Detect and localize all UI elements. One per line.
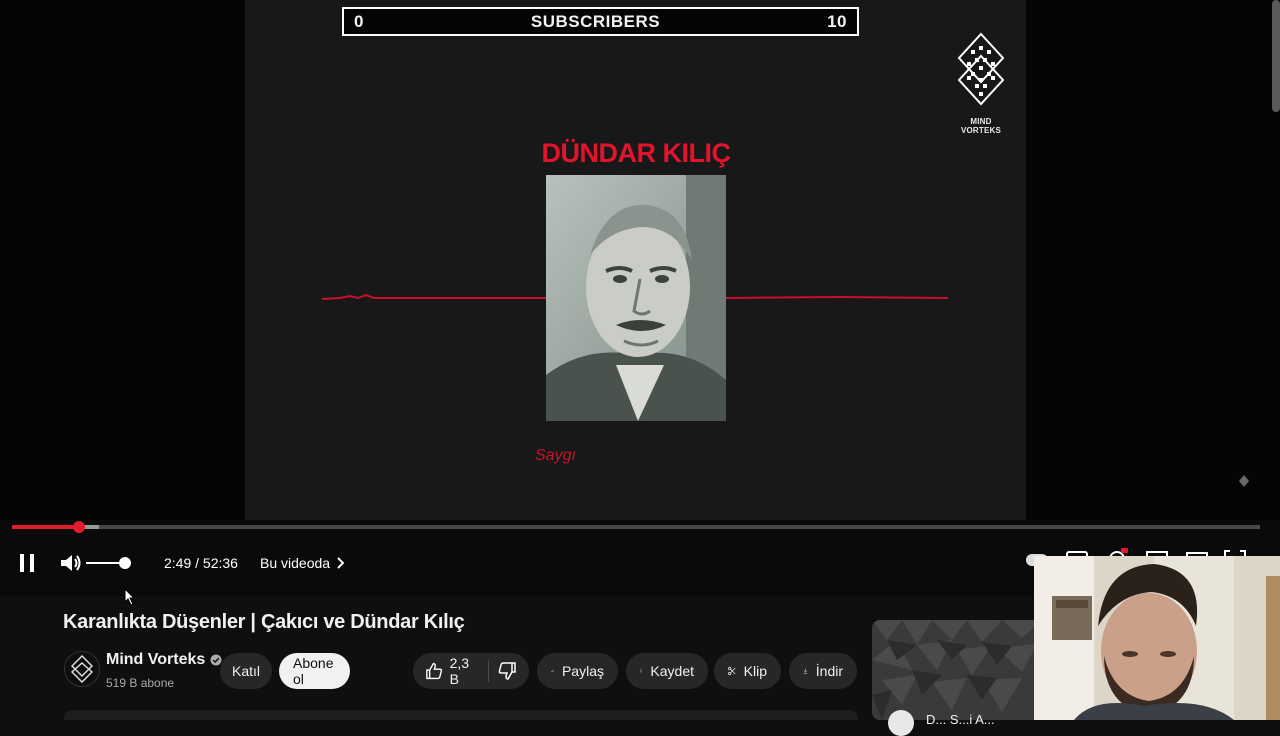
subscriber-goal-label: SUBSCRIBERS	[530, 11, 661, 31]
save-button[interactable]: Kaydet	[626, 653, 708, 689]
subscribe-button[interactable]: Abone ol	[279, 653, 350, 689]
volume-icon	[61, 555, 81, 571]
watermark-text: MIND VORTEKS	[960, 117, 1002, 135]
like-dislike-group: 2,3 B	[413, 653, 529, 689]
download-button[interactable]: İndir	[789, 653, 857, 689]
page-scrollbar[interactable]	[1272, 0, 1280, 112]
channel-name[interactable]: Mind Vorteks	[106, 651, 205, 669]
recommendation-avatar[interactable]	[888, 710, 914, 736]
volume-slider[interactable]	[86, 556, 132, 570]
geometric-pattern-thumbnail	[872, 620, 1042, 720]
progress-track[interactable]	[12, 525, 1260, 529]
channel-watermark: MIND VORTEKS	[950, 32, 1012, 135]
letterbox-right	[1026, 0, 1280, 520]
clip-label: Klip	[743, 663, 767, 679]
save-label: Kaydet	[650, 663, 694, 679]
recommended-video-thumbnail[interactable]	[872, 620, 1042, 720]
letterbox-left	[0, 0, 245, 520]
channel-avatar[interactable]	[64, 651, 100, 687]
description-box[interactable]	[64, 710, 858, 720]
download-icon	[803, 668, 808, 674]
thumbs-down-icon	[498, 662, 516, 680]
share-button[interactable]: Paylaş	[537, 653, 618, 689]
channel-logo-icon	[71, 655, 93, 683]
mouse-cursor-icon	[124, 588, 136, 606]
progress-played	[12, 525, 80, 529]
playback-time: 2:49 / 52:36	[164, 555, 238, 571]
share-icon	[551, 669, 554, 673]
subscribe-label: Abone ol	[293, 655, 334, 687]
video-caption-text: Saygı	[535, 447, 576, 464]
join-label: Katıl	[232, 663, 261, 679]
pause-button[interactable]	[14, 549, 40, 577]
mind-vorteks-logo-icon	[957, 32, 1005, 106]
video-person-name: DÜNDAR KILIÇ	[541, 138, 732, 168]
webcam-overlay	[1034, 556, 1280, 720]
diamond-marker-icon	[1239, 475, 1249, 487]
bookmark-icon	[640, 669, 643, 673]
dislike-button[interactable]	[497, 661, 517, 681]
thumbs-up-icon	[426, 662, 443, 680]
like-count: 2,3 B	[449, 655, 470, 687]
download-label: İndir	[815, 663, 843, 679]
subscriber-goal-end: 10	[827, 11, 847, 31]
pause-icon	[20, 554, 34, 572]
video-title: Karanlıkta Düşenler | Çakıcı ve Dündar K…	[63, 611, 465, 633]
like-button[interactable]: 2,3 B	[425, 655, 480, 687]
join-button[interactable]: Katıl	[220, 653, 272, 689]
mute-button[interactable]	[58, 549, 84, 577]
webcam-feed-image	[1034, 556, 1280, 720]
subscriber-goal-bar: 0 SUBSCRIBERS 10	[342, 7, 859, 36]
video-player[interactable]: 0 SUBSCRIBERS 10 MIND VORTEKS DÜNDAR KIL…	[0, 0, 1280, 596]
channel-name-row[interactable]: Mind Vorteks	[106, 651, 222, 669]
progress-scrubber[interactable]	[73, 521, 86, 533]
portrait-photo	[546, 175, 726, 421]
share-label: Paylaş	[561, 663, 604, 679]
chevron-right-icon	[337, 557, 345, 569]
like-divider	[488, 660, 489, 682]
scissors-icon	[728, 666, 736, 676]
channel-subscriber-count: 519 B abone	[106, 676, 175, 690]
chapter-button[interactable]: Bu videoda	[260, 555, 345, 571]
clip-button[interactable]: Klip	[714, 653, 781, 689]
subscriber-goal-start: 0	[354, 11, 364, 31]
chapter-label: Bu videoda	[260, 555, 331, 571]
